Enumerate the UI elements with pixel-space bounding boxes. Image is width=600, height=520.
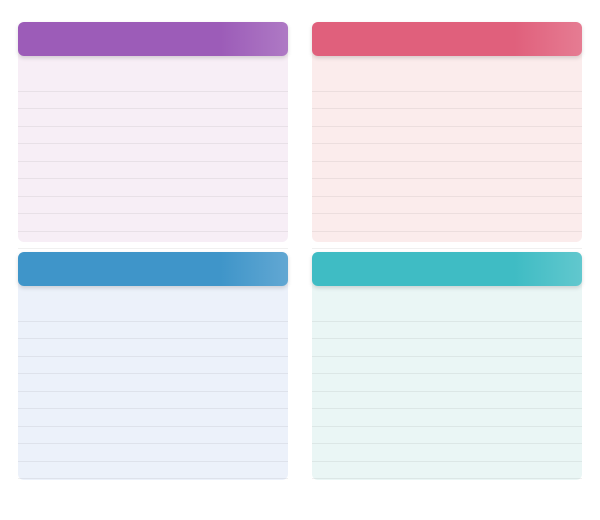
table-row <box>312 162 582 179</box>
panel-header <box>18 252 288 286</box>
table-row <box>312 357 582 374</box>
table-row <box>18 162 288 179</box>
panel-bottom-left <box>18 252 288 480</box>
table-row <box>312 197 582 214</box>
panel-top-right <box>312 22 582 249</box>
table-row <box>312 109 582 127</box>
table-row <box>18 339 288 357</box>
table-row <box>18 304 288 322</box>
table-row <box>18 214 288 232</box>
table-row <box>312 444 582 462</box>
table-row <box>18 462 288 479</box>
table-row <box>18 374 288 392</box>
table-row <box>18 232 288 249</box>
column-headers <box>18 56 288 74</box>
panel-header <box>312 22 582 56</box>
table-row <box>312 322 582 339</box>
table-row <box>18 179 288 197</box>
table-body <box>312 74 582 249</box>
page-title <box>70 0 470 12</box>
table-row <box>18 74 288 92</box>
table-row <box>18 392 288 409</box>
table-row <box>312 144 582 162</box>
table-row <box>18 109 288 127</box>
table-row <box>18 322 288 339</box>
table-row <box>18 144 288 162</box>
table-row <box>312 127 582 144</box>
table-row <box>312 179 582 197</box>
table-row <box>312 409 582 427</box>
panel-top-left <box>18 22 288 249</box>
table-body <box>18 304 288 479</box>
table-row <box>18 427 288 444</box>
table-row <box>312 214 582 232</box>
table-row <box>18 92 288 109</box>
table-body <box>312 304 582 479</box>
table-row <box>18 197 288 214</box>
table-row <box>312 232 582 249</box>
table-row <box>18 127 288 144</box>
table-row <box>18 444 288 462</box>
table-row <box>312 374 582 392</box>
table-row <box>312 392 582 409</box>
panel-header <box>312 252 582 286</box>
column-headers <box>18 286 288 304</box>
table-row <box>18 409 288 427</box>
table-row <box>312 339 582 357</box>
table-body <box>18 74 288 249</box>
table-row <box>312 462 582 479</box>
table-row <box>312 427 582 444</box>
column-headers <box>312 286 582 304</box>
panel-bottom-right <box>312 252 582 480</box>
column-headers <box>312 56 582 74</box>
page <box>0 0 600 520</box>
panel-header <box>18 22 288 56</box>
table-row <box>312 92 582 109</box>
table-row <box>18 357 288 374</box>
table-row <box>312 74 582 92</box>
table-row <box>312 304 582 322</box>
